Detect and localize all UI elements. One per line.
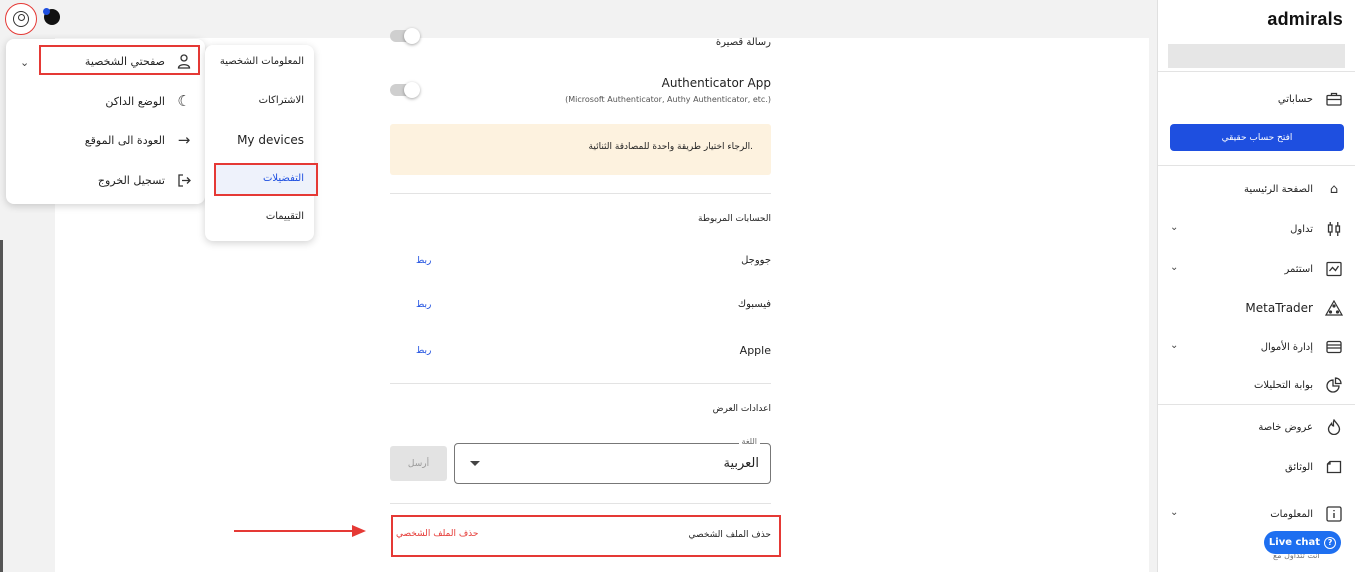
live-chat-label: Live chat [1268,537,1321,548]
briefcase-icon [1325,90,1343,108]
delete-profile-label: حذف الملف الشخصي [688,530,771,540]
submenu-item-preferences[interactable]: التفضيلات [214,163,318,196]
menu-item-my-profile[interactable]: صفحتي الشخصية [85,52,193,70]
pie-icon [1325,376,1343,394]
authenticator-subtitle: (Microsoft Authenticator, Authy Authenti… [565,95,771,104]
delete-profile-row: حذف الملف الشخصي حذف الملف الشخصي [391,515,781,557]
language-select[interactable]: اللغة العربية [454,437,771,484]
info-icon [1325,505,1343,523]
sidebar-item-label: تداول [1290,223,1313,235]
sidebar-item-label: بوابة التحليلات [1253,379,1313,391]
home-icon: ⌂ [1329,181,1339,197]
metatrader-icon [1325,299,1343,317]
sidebar-item-label: إدارة الأموال [1260,341,1313,353]
sidebar-item-label: المعلومات [1270,508,1313,520]
submenu-item-my-devices[interactable]: My devices [237,133,304,147]
divider [1158,71,1355,72]
arrow-right-icon: → [177,131,191,149]
sidebar-item-label: الوثائق [1285,461,1313,473]
annotation-arrow-head [352,525,366,537]
sidebar-item-analytics-portal[interactable]: بوابة التحليلات [1254,376,1343,394]
chevron-down-icon[interactable]: ⌄ [1170,222,1178,233]
language-label: اللغة [738,437,760,446]
annotation-arrow [234,530,356,532]
sidebar-item-funds-management[interactable]: إدارة الأموال [1261,338,1343,356]
window-edge [0,240,3,572]
divider [1158,165,1355,166]
settings-submenu: المعلومات الشخصية الاشتراكات My devices … [205,45,318,241]
admirals-logo[interactable]: admirals [1267,9,1343,30]
divider [1158,404,1355,405]
caret-down-icon [470,461,480,466]
sidebar-item-label: عروض خاصة [1258,421,1313,433]
warning-text: الرجاء اختيار طريقة واحدة للمصادقة الثنا… [588,142,753,152]
send-button[interactable]: أرسل [390,446,447,481]
divider [390,193,771,194]
sidebar-item-information[interactable]: المعلومات [1270,505,1343,523]
sidebar-item-label: استثمر [1284,263,1314,275]
sms-label: رسالة قصيرة [715,37,771,48]
linked-facebook-label: فيسبوك [737,299,771,310]
menu-item-back-to-site[interactable]: العودة الى الموقع → [85,131,193,149]
authenticator-title: Authenticator App [661,76,771,90]
notification-dot [43,8,50,15]
chart-icon [1325,260,1343,278]
question-icon: ? [1324,536,1337,549]
sidebar-item-metatrader[interactable]: MetaTrader [1245,299,1343,317]
person-icon [175,52,193,70]
sms-toggle[interactable] [390,28,420,44]
candles-icon [1325,220,1343,238]
sidebar-item-special-offers[interactable]: عروض خاصة [1258,418,1343,436]
display-settings-title: اعدادات العرض [712,404,771,414]
menu-item-logout[interactable]: تسجيل الخروج [98,171,193,189]
profile-menu: ⌄ صفحتي الشخصية الوضع الداكن ☾ العودة ال… [6,39,205,204]
divider [390,503,771,504]
chevron-down-icon[interactable]: ⌄ [1170,262,1178,273]
sidebar-item-trade[interactable]: تداول [1290,220,1343,238]
linked-apple-label: Apple [739,344,771,357]
sidebar-item-home[interactable]: الصفحة الرئيسية ⌂ [1244,180,1343,198]
sidebar-item-documents[interactable]: الوثائق [1285,458,1343,476]
sidebar-item-label: الصفحة الرئيسية [1244,183,1313,195]
profile-avatar-button[interactable] [5,3,37,35]
right-sidebar: admirals حساباتي افتح حساب حقيقي الصفحة … [1157,0,1355,572]
menu-item-label: العودة الى الموقع [84,133,165,147]
sidebar-item-my-accounts[interactable]: حساباتي [1278,90,1343,108]
linked-accounts-title: الحسابات المربوطة [698,214,771,224]
open-real-account-button[interactable]: افتح حساب حقيقي [1170,124,1344,151]
wallet-icon [1325,338,1343,356]
account-selector[interactable] [1168,44,1345,68]
sidebar-item-label: حساباتي [1277,93,1313,105]
live-chat-button[interactable]: Live chat ? [1264,531,1341,554]
moon-icon: ☾ [177,92,191,110]
document-icon [1325,458,1343,476]
submenu-item-ratings[interactable]: التقييمات [266,211,304,222]
menu-item-label: تسجيل الخروج [97,173,165,187]
chevron-down-icon[interactable]: ⌄ [1170,507,1178,518]
submenu-item-personal-info[interactable]: المعلومات الشخصية [220,56,304,67]
link-google-button[interactable]: ربط [416,256,431,266]
linked-google-label: جووجل [741,255,771,266]
flame-icon [1325,418,1343,436]
link-facebook-button[interactable]: ربط [416,300,431,310]
user-circle-icon [13,11,29,27]
authenticator-toggle[interactable] [390,82,420,98]
link-apple-button[interactable]: ربط [416,346,431,356]
chevron-down-icon[interactable]: ⌄ [1170,340,1178,351]
sidebar-item-label: MetaTrader [1245,301,1313,315]
sidebar-item-invest[interactable]: استثمر [1285,260,1344,278]
submenu-item-subscriptions[interactable]: الاشتراكات [259,95,304,106]
logout-icon [175,171,193,189]
warning-banner: الرجاء اختيار طريقة واحدة للمصادقة الثنا… [390,124,771,175]
chevron-down-icon[interactable]: ⌄ [20,56,29,69]
delete-profile-link[interactable]: حذف الملف الشخصي [396,529,478,539]
submenu-item-label: التفضيلات [263,173,304,184]
menu-item-label: صفحتي الشخصية [84,54,165,68]
divider [390,383,771,384]
menu-item-label: الوضع الداكن [105,94,165,108]
menu-item-dark-mode[interactable]: الوضع الداكن ☾ [105,92,193,110]
language-value: العربية [723,456,759,471]
